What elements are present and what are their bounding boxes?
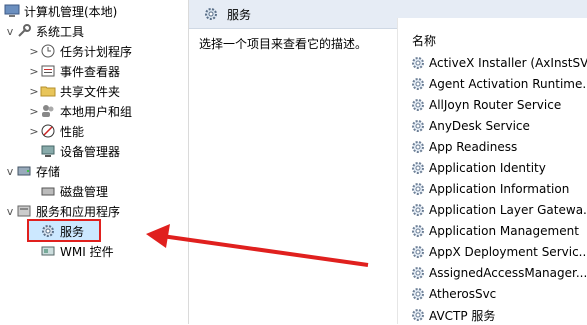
chevron-right-icon[interactable]: > [28, 125, 40, 138]
tree-item-wmi-control[interactable]: WMI 控件 [28, 241, 114, 261]
service-gear-icon [410, 265, 426, 281]
service-gear-icon [410, 244, 426, 260]
tree-item-system-tools[interactable]: v 系统工具 [4, 21, 84, 41]
service-description: 选择一个项目来查看它的描述。 [199, 37, 368, 51]
tree-item-disk-management[interactable]: 磁盘管理 [28, 181, 108, 201]
list-item[interactable]: AppX Deployment Servic... [410, 242, 587, 262]
service-gear-icon [410, 181, 426, 197]
service-name: AllJoyn Router Service [429, 98, 562, 112]
tree-root[interactable]: 计算机管理(本地) [4, 1, 117, 21]
services-list: 名称 ActiveX Installer (AxInstSV) Agent Ac… [397, 18, 587, 324]
list-item[interactable]: Agent Activation Runtime... [410, 74, 587, 94]
service-name: Application Information [429, 182, 570, 196]
service-name: AppX Deployment Servic... [429, 245, 587, 259]
storage-icon [16, 163, 32, 179]
tree-item-label: 设备管理器 [60, 144, 121, 159]
service-gear-icon [410, 160, 426, 176]
list-item[interactable]: Application Layer Gatewa... [410, 200, 587, 220]
column-header-name[interactable]: 名称 [412, 32, 436, 49]
tree-item-storage[interactable]: v 存储 [4, 161, 60, 181]
chevron-down-icon[interactable]: v [4, 205, 16, 218]
service-gear-icon [410, 139, 426, 155]
list-item[interactable]: AtherosSvc [410, 284, 496, 304]
tree-item-label: 事件查看器 [60, 64, 121, 79]
clock-icon [40, 43, 56, 59]
list-item[interactable]: AllJoyn Router Service [410, 95, 561, 115]
tree-item-label: 本地用户和组 [60, 104, 133, 119]
users-icon [40, 103, 56, 119]
list-item[interactable]: Application Identity [410, 158, 546, 178]
service-gear-icon [410, 55, 426, 71]
list-item[interactable]: AVCTP 服务 [410, 305, 495, 325]
tree-item-services[interactable]: 服务 [28, 221, 84, 241]
service-name: App Readiness [429, 140, 518, 154]
disk-icon [40, 183, 56, 199]
service-name: Application Layer Gatewa... [429, 203, 587, 217]
chevron-right-icon[interactable]: > [28, 105, 40, 118]
tree-item-label: 系统工具 [36, 24, 85, 39]
tree-root-label: 计算机管理(本地) [24, 4, 118, 19]
service-gear-icon [410, 286, 426, 302]
tree-item-label: 任务计划程序 [60, 44, 133, 59]
tree-item-event-viewer[interactable]: > 事件查看器 [28, 61, 120, 81]
service-gear-icon [410, 223, 426, 239]
chevron-right-icon[interactable]: > [28, 65, 40, 78]
tree-item-local-users[interactable]: > 本地用户和组 [28, 101, 132, 121]
navigation-tree: 计算机管理(本地) v 系统工具 > 任务计划程序 > 事件查看器 > 共享文件… [0, 0, 189, 324]
service-name: AssignedAccessManager... [429, 266, 587, 280]
list-item[interactable]: ActiveX Installer (AxInstSV) [410, 53, 587, 73]
event-viewer-icon [40, 63, 56, 79]
service-name: Application Identity [429, 161, 546, 175]
shared-folder-icon [40, 83, 56, 99]
services-panel: 服务 选择一个项目来查看它的描述。 名称 ActiveX Installer (… [189, 0, 587, 324]
device-manager-icon [40, 143, 56, 159]
panel-title: 服务 [227, 7, 252, 22]
tree-item-label: 共享文件夹 [60, 84, 121, 99]
service-gear-icon [410, 76, 426, 92]
services-apps-icon [16, 203, 32, 219]
performance-icon [40, 123, 56, 139]
chevron-down-icon[interactable]: v [4, 25, 16, 38]
gear-icon [40, 223, 56, 239]
list-item[interactable]: AssignedAccessManager... [410, 263, 587, 283]
tree-item-label: 服务和应用程序 [36, 204, 121, 219]
list-item[interactable]: Application Management [410, 221, 579, 241]
list-item[interactable]: App Readiness [410, 137, 517, 157]
chevron-right-icon[interactable]: > [28, 85, 40, 98]
tree-item-label: 服务 [60, 224, 85, 239]
tree-item-device-manager[interactable]: 设备管理器 [28, 141, 120, 161]
tree-item-shared-folders[interactable]: > 共享文件夹 [28, 81, 120, 101]
tree-item-services-apps[interactable]: v 服务和应用程序 [4, 201, 120, 221]
tree-item-performance[interactable]: > 性能 [28, 121, 84, 141]
service-name: Agent Activation Runtime... [429, 77, 587, 91]
service-name: AnyDesk Service [429, 119, 530, 133]
computer-management-icon [4, 3, 20, 19]
service-gear-icon [410, 118, 426, 134]
service-name: ActiveX Installer (AxInstSV) [429, 56, 587, 70]
tree-item-label: 磁盘管理 [60, 184, 109, 199]
list-item[interactable]: AnyDesk Service [410, 116, 530, 136]
tree-item-label: WMI 控件 [60, 244, 114, 259]
chevron-down-icon[interactable]: v [4, 165, 16, 178]
service-gear-icon [410, 202, 426, 218]
tools-icon [16, 23, 32, 39]
chevron-right-icon[interactable]: > [28, 45, 40, 58]
tree-item-label: 存储 [36, 164, 61, 179]
service-gear-icon [410, 97, 426, 113]
wmi-icon [40, 243, 56, 259]
list-item[interactable]: Application Information [410, 179, 569, 199]
service-name: Application Management [429, 224, 579, 238]
service-name: AVCTP 服务 [429, 308, 496, 323]
tree-item-label: 性能 [60, 124, 85, 139]
tree-item-task-scheduler[interactable]: > 任务计划程序 [28, 41, 132, 61]
service-gear-icon [410, 307, 426, 323]
gear-icon [203, 6, 219, 22]
service-name: AtherosSvc [429, 287, 497, 301]
